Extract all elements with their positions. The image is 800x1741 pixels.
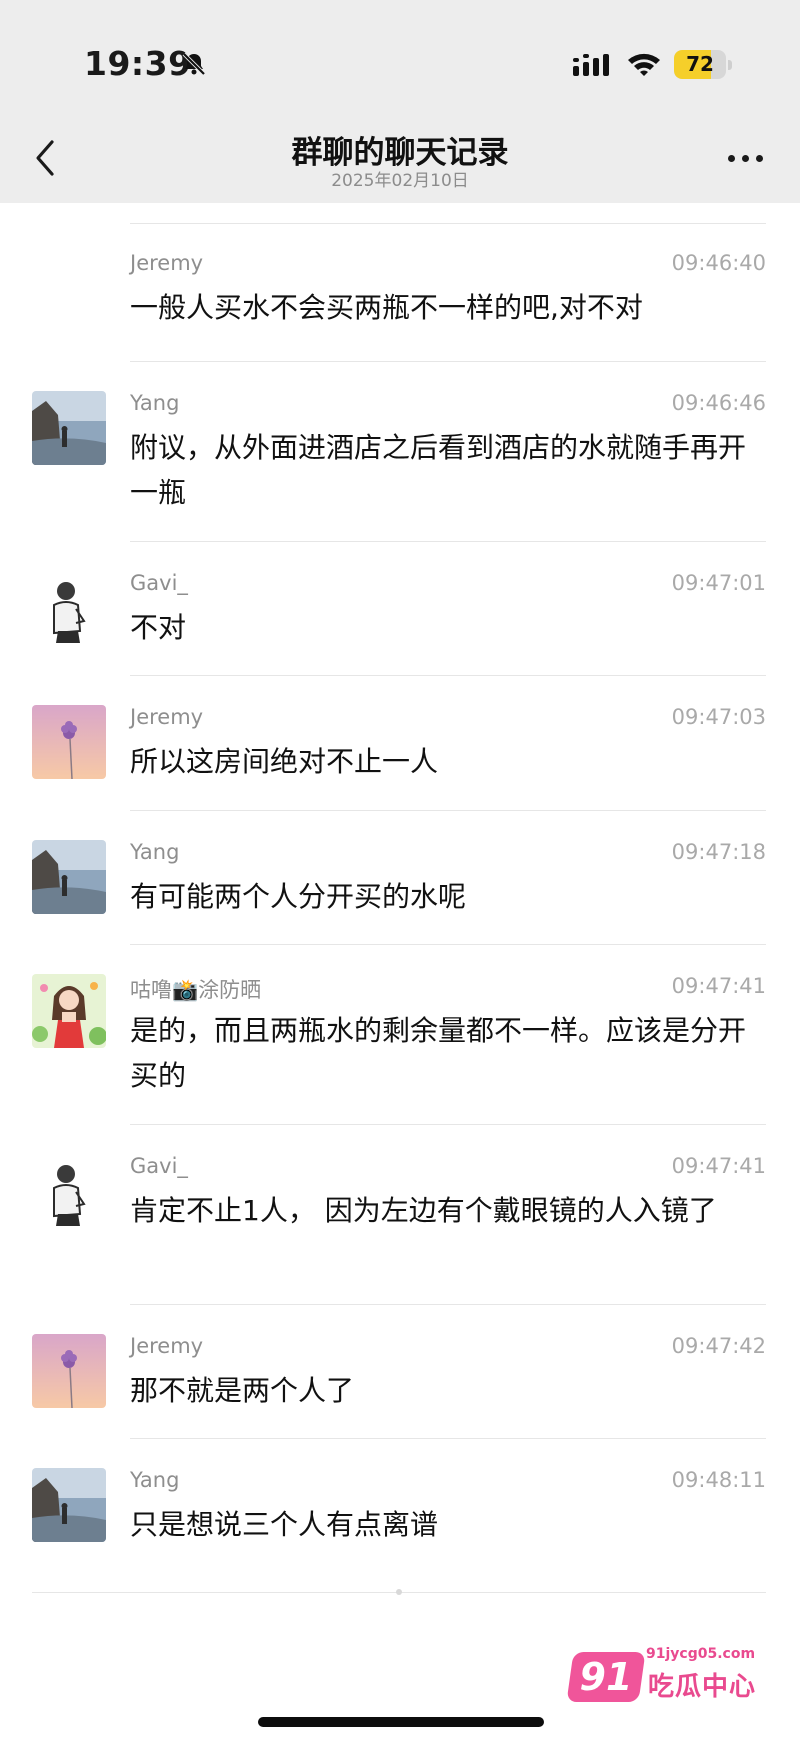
status-bar: 19:39 72 — [0, 0, 800, 120]
message-text: 附议，从外面进酒店之后看到酒店的水就随手再开一瓶 — [130, 431, 747, 509]
sender-name: Yang — [130, 1468, 180, 1492]
message-text: 不对 — [130, 611, 187, 644]
sender-name: Jeremy — [130, 251, 204, 275]
list-item[interactable]: Gavi_ 09:47:41 肯定不止1人， 因为左边有个戴眼镜的人入镜了 — [0, 1124, 800, 1304]
message-text: 那不就是两个人了 — [130, 1374, 355, 1407]
watermark-brand: 吃瓜中心 — [648, 1672, 757, 1702]
list-item[interactable]: 咕噜📸涂防晒 09:47:41 是的，而且两瓶水的剩余量都不一样。应该是分开买的 — [0, 944, 800, 1124]
list-item[interactable]: Yang 09:48:11 只是想说三个人有点离谱 — [0, 1438, 800, 1578]
seaside-rock-avatar[interactable] — [32, 391, 106, 465]
pink-flower-avatar[interactable] — [32, 705, 106, 779]
message-text: 肯定不止1人， 因为左边有个戴眼镜的人入镜了 — [130, 1194, 717, 1227]
sender-name: Yang — [130, 391, 180, 415]
message-divider — [130, 361, 766, 362]
sketch-man-avatar[interactable] — [32, 1154, 106, 1228]
list-item[interactable]: Gavi_ 09:47:01 不对 — [0, 541, 800, 675]
message-divider — [130, 1438, 766, 1439]
sender-name: Gavi_ — [130, 571, 188, 595]
message-timestamp: 09:47:41 — [671, 1154, 766, 1178]
cartoon-girl-avatar[interactable] — [32, 974, 106, 1048]
message-timestamp: 09:48:11 — [671, 1468, 766, 1492]
list-item[interactable]: Jeremy 09:47:03 所以这房间绝对不止一人 — [0, 675, 800, 810]
message-divider — [130, 1304, 766, 1305]
status-time: 19:39 — [84, 44, 192, 83]
sketch-man-avatar[interactable] — [32, 571, 106, 645]
message-timestamp: 09:47:41 — [671, 974, 766, 998]
more-icon[interactable] — [726, 142, 766, 172]
battery-icon: 72 — [674, 50, 732, 79]
cellular-signal-icon — [573, 54, 609, 76]
message-timestamp: 09:46:46 — [671, 391, 766, 415]
battery-level: 72 — [686, 52, 714, 76]
message-text: 一般人买水不会买两瓶不一样的吧,对不对 — [130, 291, 643, 324]
sender-name: 咕噜📸涂防晒 — [130, 978, 262, 1002]
message-divider — [130, 1124, 766, 1125]
bell-slash-icon — [182, 52, 206, 76]
message-divider — [130, 223, 766, 224]
sender-name: Gavi_ — [130, 1154, 188, 1178]
watermark-url: 91jycg05.com — [646, 1646, 756, 1662]
list-item[interactable]: Jeremy 09:46:40 一般人买水不会买两瓶不一样的吧,对不对 — [0, 223, 800, 361]
seaside-rock-avatar[interactable] — [32, 1468, 106, 1542]
top-bar: 19:39 72 群聊的聊天记录 2025年02月10日 — [0, 0, 800, 203]
sender-name: Jeremy — [130, 705, 204, 729]
watermark-logo: 91 91jycg05.com 吃瓜中心 — [566, 1640, 756, 1710]
message-text: 有可能两个人分开买的水呢 — [130, 880, 467, 913]
home-indicator[interactable] — [258, 1717, 544, 1727]
message-divider — [130, 541, 766, 542]
page-subtitle-date: 2025年02月10日 — [331, 171, 469, 191]
sender-name: Jeremy — [130, 1334, 204, 1358]
nav-bar: 群聊的聊天记录 2025年02月10日 — [0, 120, 800, 203]
list-item[interactable]: Yang 09:47:18 有可能两个人分开买的水呢 — [0, 810, 800, 944]
page-indicator-dot — [396, 1589, 402, 1595]
message-text: 是的，而且两瓶水的剩余量都不一样。应该是分开买的 — [130, 1014, 747, 1092]
message-timestamp: 09:46:40 — [671, 251, 766, 275]
sender-name: Yang — [130, 840, 180, 864]
message-text: 所以这房间绝对不止一人 — [130, 745, 439, 778]
list-item[interactable]: Yang 09:46:46 附议，从外面进酒店之后看到酒店的水就随手再开一瓶 — [0, 361, 800, 541]
message-text: 只是想说三个人有点离谱 — [130, 1508, 439, 1541]
message-timestamp: 09:47:18 — [671, 840, 766, 864]
message-timestamp: 09:47:42 — [671, 1334, 766, 1358]
message-divider — [130, 944, 766, 945]
wifi-icon — [628, 53, 660, 76]
message-divider — [130, 675, 766, 676]
message-timestamp: 09:47:03 — [671, 705, 766, 729]
message-timestamp: 09:47:01 — [671, 571, 766, 595]
message-divider — [130, 810, 766, 811]
list-item[interactable]: Jeremy 09:47:42 那不就是两个人了 — [0, 1304, 800, 1438]
seaside-rock-avatar[interactable] — [32, 840, 106, 914]
pink-flower-avatar[interactable] — [32, 1334, 106, 1408]
watermark-badge: 91 — [579, 1655, 633, 1699]
